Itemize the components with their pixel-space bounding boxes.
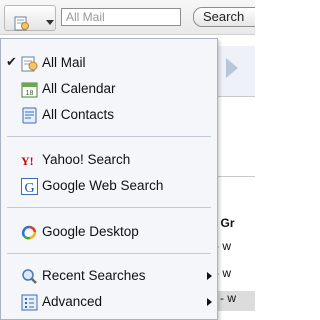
search-input[interactable]: All Mail <box>61 8 181 26</box>
menu-item-label: All Contacts <box>42 107 115 122</box>
menu-item-all-contacts[interactable]: All Contacts <box>1 104 217 126</box>
menu-item-label: Google Web Search <box>42 178 164 193</box>
google-icon: G <box>21 178 38 195</box>
checkmark-icon: ✔ <box>6 54 17 69</box>
mail-folder-icon <box>21 56 38 72</box>
menu-item-all-mail[interactable]: ✔ All Mail <box>1 52 217 74</box>
menu-item-google-desktop[interactable]: Google Desktop <box>1 221 217 243</box>
menu-item-label: All Mail <box>42 55 86 70</box>
search-scope-button[interactable] <box>4 5 56 31</box>
menu-item-label: Yahoo! Search <box>42 152 131 167</box>
chevron-down-icon <box>46 20 54 25</box>
menu-item-recent-searches[interactable]: Recent Searches <box>1 265 217 287</box>
search-button[interactable]: Search <box>193 7 255 27</box>
contacts-icon <box>22 107 37 124</box>
menu-item-yahoo-search[interactable]: Y! Yahoo! Search <box>1 149 217 171</box>
menu-item-label: All Calendar <box>42 81 116 96</box>
search-scope-menu: ✔ All Mail 18 All Calendar All Contacts <box>0 38 218 320</box>
yahoo-icon: Y! <box>21 154 34 168</box>
menu-item-all-calendar[interactable]: 18 All Calendar <box>1 78 217 100</box>
document-search-icon <box>14 16 29 31</box>
menu-separator <box>7 207 211 208</box>
submenu-arrow-icon <box>207 272 212 280</box>
advanced-list-icon <box>21 294 38 311</box>
menu-item-label: Recent Searches <box>42 268 146 283</box>
menu-item-advanced[interactable]: Advanced <box>1 291 217 313</box>
menu-item-label: Google Desktop <box>42 224 139 239</box>
magnifier-icon <box>22 269 37 284</box>
google-desktop-icon <box>21 225 37 240</box>
menu-separator <box>7 136 211 137</box>
menu-item-label: Advanced <box>42 294 103 309</box>
svg-text:G: G <box>24 181 34 195</box>
play-arrow-icon <box>226 58 238 78</box>
svg-text:Y!: Y! <box>21 154 34 168</box>
submenu-arrow-icon <box>207 298 212 306</box>
menu-separator <box>7 253 211 254</box>
menu-item-google-web-search[interactable]: G Google Web Search <box>1 175 217 197</box>
calendar-icon: 18 <box>21 82 38 98</box>
search-toolbar: All Mail Search <box>0 0 255 35</box>
svg-text:18: 18 <box>26 90 34 97</box>
